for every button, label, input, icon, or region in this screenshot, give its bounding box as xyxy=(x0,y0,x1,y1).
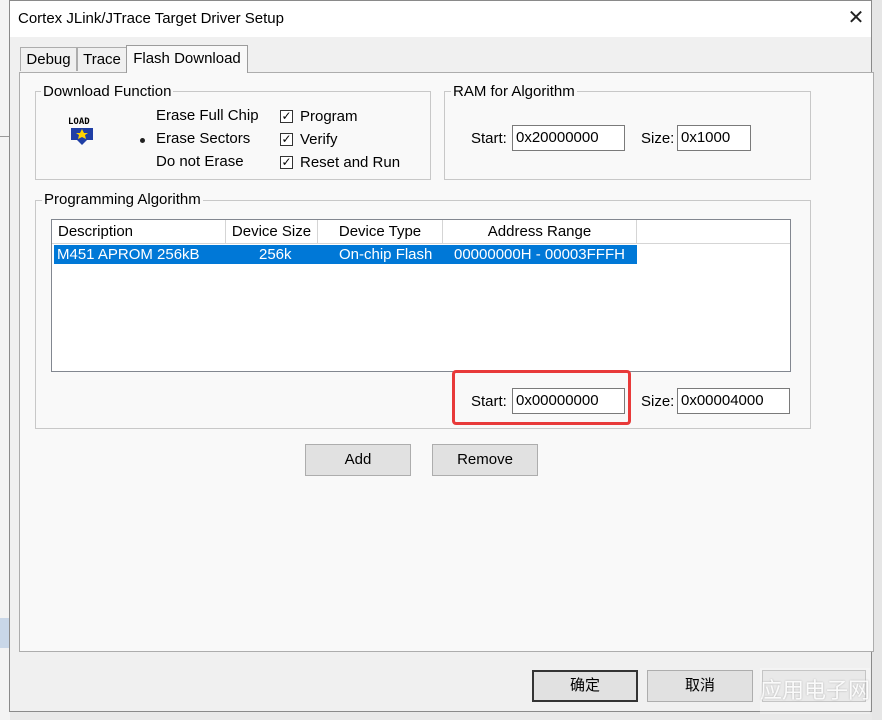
reset-and-run-checkbox[interactable]: ✓ xyxy=(280,156,293,169)
title-bar[interactable]: Cortex JLink/JTrace Target Driver Setup … xyxy=(10,1,871,37)
ok-button[interactable]: 确定 xyxy=(532,670,638,702)
radio-selected-dot xyxy=(140,138,145,143)
do-not-erase-label[interactable]: Do not Erase xyxy=(156,153,244,171)
verify-label[interactable]: Verify xyxy=(300,131,338,149)
ram-start-label: Start: xyxy=(471,130,507,147)
erase-sectors-label[interactable]: Erase Sectors xyxy=(156,130,250,148)
remove-button[interactable]: Remove xyxy=(432,444,538,476)
column-header-filler xyxy=(637,220,790,244)
column-header-device-size[interactable]: Device Size xyxy=(226,220,318,244)
program-label[interactable]: Program xyxy=(300,108,358,126)
download-function-legend: Download Function xyxy=(41,83,174,101)
do-not-erase-radio[interactable] xyxy=(136,157,148,169)
erase-full-chip-radio[interactable] xyxy=(136,111,148,123)
cell-device-type: On-chip Flash xyxy=(339,246,433,263)
erase-full-chip-label[interactable]: Erase Full Chip xyxy=(156,107,259,125)
add-button[interactable]: Add xyxy=(305,444,411,476)
red-highlight-box xyxy=(452,370,631,425)
column-header-device-type[interactable]: Device Type xyxy=(318,220,443,244)
ram-for-algorithm-legend: RAM for Algorithm xyxy=(451,83,577,101)
programming-algorithm-legend: Programming Algorithm xyxy=(42,191,203,209)
algorithm-size-input[interactable]: 0x00004000 xyxy=(677,388,790,414)
tab-debug[interactable]: Debug xyxy=(20,47,77,71)
ram-size-input[interactable]: 0x1000 xyxy=(677,125,751,151)
cell-address-range: 00000000H - 00003FFFH xyxy=(454,246,625,263)
cancel-button[interactable]: 取消 xyxy=(647,670,753,702)
ram-start-input[interactable]: 0x20000000 xyxy=(512,125,625,151)
table-row[interactable]: M451 APROM 256kB 256k On-chip Flash 0000… xyxy=(54,245,637,264)
tab-trace[interactable]: Trace xyxy=(77,47,127,71)
algorithm-size-label: Size: xyxy=(641,393,675,410)
verify-checkbox[interactable]: ✓ xyxy=(280,133,293,146)
ram-size-label: Size: xyxy=(641,130,675,147)
column-header-description[interactable]: Description xyxy=(52,220,226,244)
cell-device-size: 256k xyxy=(259,246,292,263)
target-driver-setup-dialog: Cortex JLink/JTrace Target Driver Setup … xyxy=(9,0,874,712)
program-checkbox[interactable]: ✓ xyxy=(280,110,293,123)
close-icon[interactable]: ✕ xyxy=(845,7,867,29)
column-header-address-range[interactable]: Address Range xyxy=(443,220,637,244)
svg-text:LOAD: LOAD xyxy=(68,117,90,127)
watermark: 应用电子网 xyxy=(760,668,870,714)
algorithm-table[interactable]: Description Device Size Device Type Addr… xyxy=(51,219,791,372)
window-title: Cortex JLink/JTrace Target Driver Setup xyxy=(18,10,284,27)
erase-sectors-radio[interactable] xyxy=(136,134,148,146)
load-icon: LOAD xyxy=(67,114,97,146)
reset-and-run-label[interactable]: Reset and Run xyxy=(300,154,400,172)
cell-description: M451 APROM 256kB xyxy=(57,246,200,263)
tab-flash-download[interactable]: Flash Download xyxy=(126,45,248,73)
